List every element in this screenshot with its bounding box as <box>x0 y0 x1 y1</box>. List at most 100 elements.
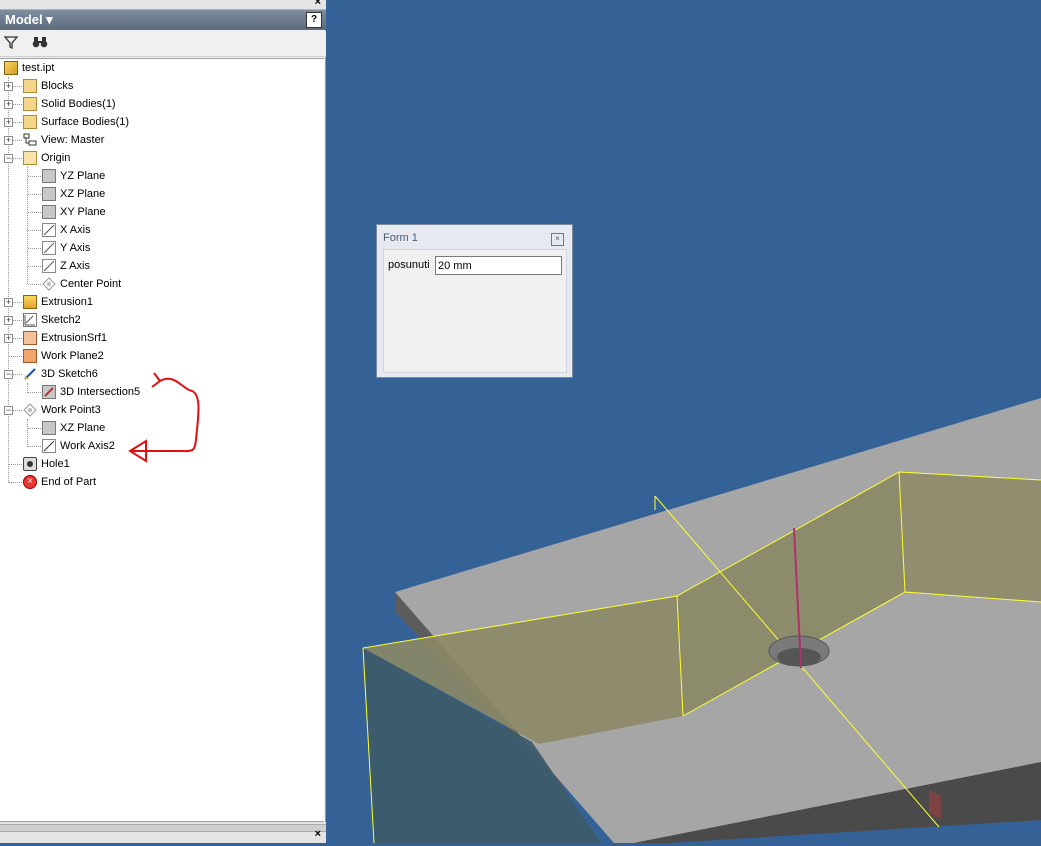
plane-icon <box>42 205 56 219</box>
tree-guide-line <box>13 122 22 123</box>
tree-node-label: View: Master <box>41 134 105 146</box>
tree-node-label: Work Axis2 <box>60 440 115 452</box>
tree-node-label: Sketch2 <box>41 314 81 326</box>
surface-bodies-folder-icon <box>23 115 37 129</box>
collapse-toggle[interactable]: − <box>4 154 13 163</box>
axis-icon <box>42 241 56 255</box>
3d-intersection-icon <box>42 385 56 399</box>
plane-icon <box>42 169 56 183</box>
filter-icon[interactable] <box>2 35 20 52</box>
axis-icon <box>42 259 56 273</box>
graphics-viewport[interactable] <box>329 0 1041 844</box>
sketch-icon <box>23 313 37 327</box>
form-title: Form 1 <box>383 232 418 244</box>
tree-node-label: Blocks <box>41 80 74 92</box>
work-plane-icon <box>23 349 37 363</box>
close-icon[interactable]: × <box>315 0 321 8</box>
hole-inner <box>777 648 821 666</box>
tree-guide-line <box>13 302 22 303</box>
collapse-toggle[interactable]: − <box>4 370 13 379</box>
tree-guide-line <box>13 140 22 141</box>
model-tree: test.ipt + Blocks + Solid Bodies(1) + Su… <box>0 58 324 822</box>
browser-toolbar <box>0 31 326 57</box>
tree-guide-line <box>28 176 41 177</box>
tree-guide-line <box>28 194 41 195</box>
close-icon[interactable]: × <box>315 828 321 840</box>
hole-icon <box>23 457 37 471</box>
point-icon <box>23 403 37 417</box>
tree-guide-line <box>28 266 41 267</box>
binoculars-icon[interactable] <box>31 35 49 52</box>
tree-node-label: X Axis <box>60 224 91 236</box>
point-icon <box>42 277 56 291</box>
tree-guide-line <box>28 230 41 231</box>
tree-guide-line <box>9 464 22 465</box>
surface-extrusion-icon <box>23 331 37 345</box>
panel-top-strip: × <box>0 0 326 10</box>
tree-node-label: Y Axis <box>60 242 91 254</box>
tree-node-label: Z Axis <box>60 260 90 272</box>
tree-guide-line <box>13 104 22 105</box>
tree-node-label: Hole1 <box>41 458 70 470</box>
browser-title: Model <box>5 12 43 27</box>
plane-icon <box>42 187 56 201</box>
help-icon[interactable]: ? <box>306 12 322 28</box>
axis-icon <box>42 223 56 237</box>
expand-toggle[interactable]: + <box>4 136 13 145</box>
end-of-part-icon: × <box>23 475 37 489</box>
tree-node-label: test.ipt <box>22 62 55 74</box>
collapse-toggle[interactable]: − <box>4 406 13 415</box>
solid-bodies-folder-icon <box>23 97 37 111</box>
tree-node-label: 3D Sketch6 <box>41 368 98 380</box>
expand-toggle[interactable]: + <box>4 82 13 91</box>
tree-node-label: Extrusion1 <box>41 296 93 308</box>
tree-node-label: ExtrusionSrf1 <box>41 332 108 344</box>
blocks-folder-icon <box>23 79 37 93</box>
tree-node-label: Origin <box>41 152 71 164</box>
tree-guide-line <box>27 419 28 447</box>
open-folder-icon <box>23 151 37 165</box>
browser-header[interactable]: Model ▾ ? <box>0 10 326 30</box>
tree-node-label: Work Plane2 <box>41 350 104 362</box>
tree-guide-line <box>13 338 22 339</box>
3d-model-scene[interactable] <box>329 0 1041 844</box>
expand-toggle[interactable]: + <box>4 100 13 109</box>
expand-toggle[interactable]: + <box>4 334 13 343</box>
tree-node-label: Center Point <box>60 278 122 290</box>
horizontal-scrollbar[interactable] <box>0 824 326 832</box>
tree-node-label: XZ Plane <box>60 422 106 434</box>
expand-toggle[interactable]: + <box>4 298 13 307</box>
tree-guide-line <box>28 392 41 393</box>
plane-icon <box>42 421 56 435</box>
3d-sketch-icon <box>23 367 37 381</box>
tree-node-label: End of Part <box>41 476 97 488</box>
view-icon <box>23 133 37 147</box>
red-annotation-arrows <box>128 372 200 463</box>
model-browser-panel: × Model ▾ ? test.ipt + Blocks + Solid Bo… <box>0 0 326 843</box>
posunuti-input[interactable] <box>435 256 562 275</box>
panel-bottom-strip: × <box>0 822 326 843</box>
tree-guide-line <box>13 410 22 411</box>
tree-node-label: Work Point3 <box>41 404 101 416</box>
tree-node-label: Surface Bodies(1) <box>41 116 130 128</box>
form-body: posunuti <box>383 249 567 373</box>
tree-guide-line <box>28 248 41 249</box>
tree-guide-line <box>28 212 41 213</box>
tree-guide-line <box>28 284 41 285</box>
close-icon[interactable]: × <box>551 233 564 246</box>
tree-guide-line <box>13 374 22 375</box>
tree-guide-line <box>28 446 41 447</box>
part-icon <box>4 61 18 75</box>
tree-node-label: XZ Plane <box>60 188 106 200</box>
posunuti-label: posunuti <box>388 259 430 271</box>
tree-node-label: YZ Plane <box>60 170 106 182</box>
expand-toggle[interactable]: + <box>4 118 13 127</box>
tree-guide-line <box>13 158 22 159</box>
tree-node-label: XY Plane <box>60 206 106 218</box>
tree-guide-line <box>9 356 22 357</box>
browser-title-dropdown[interactable]: Model ▾ <box>5 12 53 28</box>
expand-toggle[interactable]: + <box>4 316 13 325</box>
tree-guide-line <box>28 428 41 429</box>
extrusion-icon <box>23 295 37 309</box>
form-dialog[interactable]: Form 1 × posunuti <box>376 224 573 378</box>
